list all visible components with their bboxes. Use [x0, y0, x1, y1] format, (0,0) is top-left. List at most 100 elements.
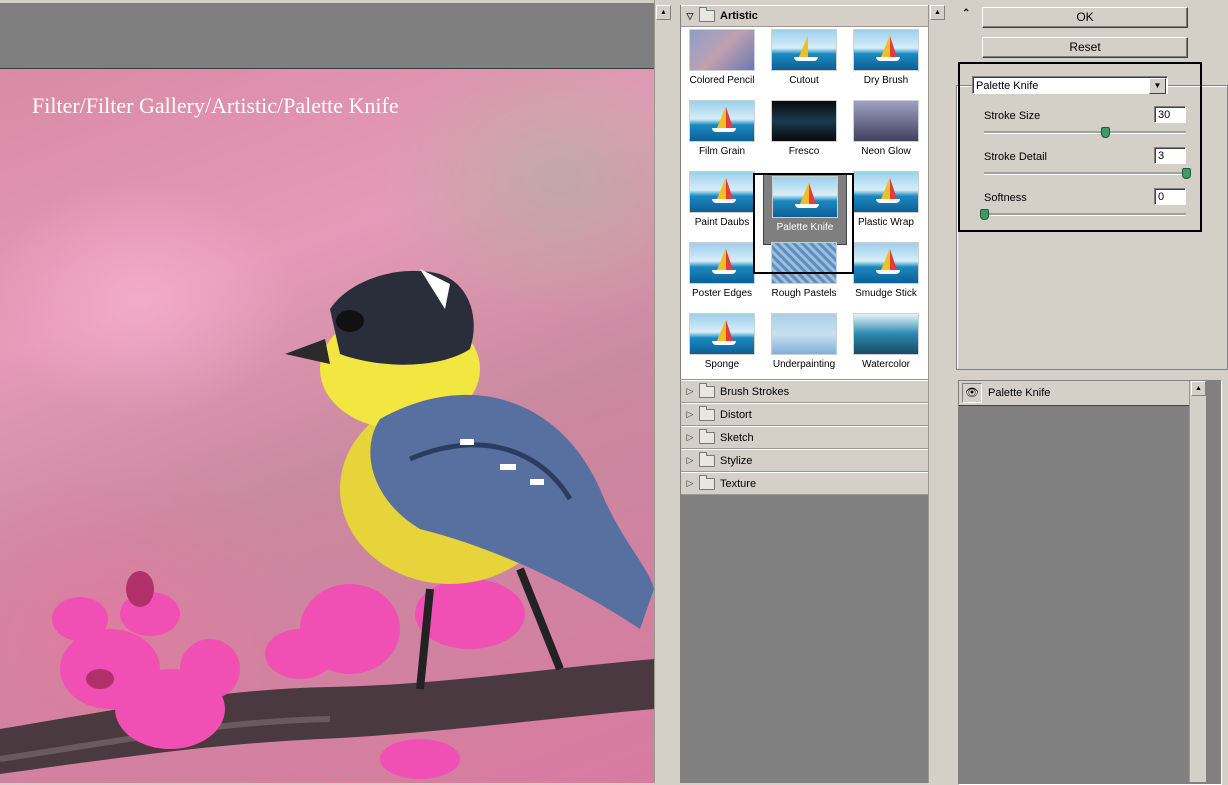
thumbnail-grid: Colored Pencil Cutout Dry Brush Film Gra…	[681, 27, 928, 380]
thumb-label: Watercolor	[862, 359, 910, 370]
folder-icon	[699, 451, 715, 467]
category-distort[interactable]: ▷ Distort	[681, 403, 928, 426]
triangle-right-icon: ▷	[686, 455, 694, 465]
folder-icon	[699, 7, 715, 22]
thumb-image	[771, 242, 837, 284]
thumb-image	[689, 242, 755, 284]
thumb-watercolor[interactable]: Watercolor	[845, 311, 927, 381]
category-label: Texture	[720, 477, 757, 490]
thumb-neon-glow[interactable]: Neon Glow	[845, 98, 927, 168]
category-label: Distort	[720, 408, 752, 421]
filter-select-value: Palette Knife	[976, 80, 1039, 92]
folder-icon	[699, 474, 715, 490]
thumb-image	[689, 100, 755, 142]
thumb-selected-bg: Palette Knife	[763, 173, 847, 245]
thumb-label: Underpainting	[772, 359, 836, 370]
thumb-film-grain[interactable]: Film Grain	[681, 98, 763, 168]
thumb-plastic-wrap[interactable]: Plastic Wrap	[845, 169, 927, 239]
thumb-image	[771, 313, 837, 355]
stroke-detail-label: Stroke Detail	[984, 151, 1047, 163]
softness-slider-knob[interactable]	[980, 209, 989, 220]
category-label: Stylize	[720, 454, 753, 467]
triangle-right-icon: ▷	[686, 386, 694, 396]
scroll-up-icon[interactable]: ▲	[656, 5, 671, 20]
stroke-size-label: Stroke Size	[984, 110, 1041, 122]
preview-scrollbar[interactable]: ▲	[654, 0, 671, 783]
filter-category-list[interactable]: ▽ Artistic Colored Pencil Cutout Dry Bru…	[681, 5, 928, 783]
category-label: Brush Strokes	[720, 385, 790, 398]
thumb-image	[689, 171, 755, 213]
layers-scrollbar[interactable]: ▲	[1189, 381, 1206, 782]
thumb-smudge-stick[interactable]: Smudge Stick	[845, 240, 927, 310]
folder-icon	[699, 428, 715, 444]
thumb-paint-daubs[interactable]: Paint Daubs	[681, 169, 763, 239]
thumb-label: Palette Knife	[776, 222, 834, 233]
folder-icon	[699, 382, 715, 398]
stroke-detail-slider[interactable]	[984, 168, 1191, 179]
eye-icon[interactable]: 👁	[962, 383, 982, 403]
thumb-label: Rough Pastels	[771, 288, 837, 299]
category-texture[interactable]: ▷ Texture	[681, 472, 928, 495]
chevron-down-icon[interactable]: ▼	[1149, 78, 1166, 94]
scroll-up-icon[interactable]: ▲	[930, 5, 945, 20]
thumb-label: Smudge Stick	[855, 288, 917, 299]
thumb-label: Colored Pencil	[689, 75, 755, 86]
category-sketch[interactable]: ▷ Sketch	[681, 426, 928, 449]
thumb-image	[771, 100, 837, 142]
triangle-down-icon: ▽	[686, 10, 694, 21]
thumb-label: Neon Glow	[861, 146, 911, 157]
preview-canvas[interactable]: Filter/Filter Gallery/Artistic/Palette K…	[0, 68, 654, 783]
category-brush-strokes[interactable]: ▷ Brush Strokes	[681, 380, 928, 403]
folder-icon	[699, 405, 715, 421]
triangle-right-icon: ▷	[686, 478, 694, 488]
thumb-label: Sponge	[704, 359, 740, 370]
thumb-label: Paint Daubs	[694, 217, 750, 228]
thumb-label: Film Grain	[698, 146, 746, 157]
triangle-right-icon: ▷	[686, 432, 694, 442]
reset-button[interactable]: Reset	[982, 37, 1188, 58]
preview-caption: Filter/Filter Gallery/Artistic/Palette K…	[32, 93, 399, 118]
thumb-palette-knife[interactable]: Palette Knife	[753, 159, 847, 245]
effect-layers-panel[interactable]: 👁 Palette Knife ▲	[958, 380, 1222, 785]
thumb-image	[689, 313, 755, 355]
triangle-right-icon: ▷	[686, 409, 694, 419]
thumb-cutout[interactable]: Cutout	[763, 27, 845, 97]
browser-scrollbar[interactable]: ▲	[928, 5, 945, 783]
thumb-dry-brush[interactable]: Dry Brush	[845, 27, 927, 97]
thumb-poster-edges[interactable]: Poster Edges	[681, 240, 763, 310]
category-stylize[interactable]: ▷ Stylize	[681, 449, 928, 472]
filter-controls: ⌃ OK Reset Palette Knife ▼ Stroke Size 3…	[946, 0, 1228, 785]
thumb-label: Poster Edges	[691, 288, 753, 299]
filter-select[interactable]: Palette Knife ▼	[972, 76, 1168, 94]
softness-input[interactable]: 0	[1154, 188, 1186, 205]
softness-label: Softness	[984, 192, 1027, 204]
stroke-detail-input[interactable]: 3	[1154, 147, 1186, 164]
thumb-label: Fresco	[788, 146, 820, 157]
scroll-up-icon[interactable]: ▲	[1191, 381, 1206, 396]
filter-browser: ▽ Artistic Colored Pencil Cutout Dry Bru…	[680, 5, 945, 783]
thumb-sponge[interactable]: Sponge	[681, 311, 763, 381]
filter-settings-panel: Palette Knife ▼ Stroke Size 30 Stroke De…	[958, 62, 1202, 232]
stroke-size-slider[interactable]	[984, 127, 1186, 138]
thumb-fresco[interactable]: Fresco	[763, 98, 845, 168]
thumb-colored-pencil[interactable]: Colored Pencil	[681, 27, 763, 97]
thumb-image	[772, 176, 838, 218]
thumb-label: Cutout	[789, 75, 819, 86]
stroke-size-slider-knob[interactable]	[1101, 127, 1111, 138]
category-label: Sketch	[720, 431, 754, 444]
effect-layer-row[interactable]: 👁 Palette Knife	[959, 381, 1189, 406]
stroke-size-input[interactable]: 30	[1154, 106, 1186, 123]
thumb-image	[689, 29, 755, 71]
thumb-rough-pastels[interactable]: Rough Pastels	[763, 240, 845, 310]
ok-button[interactable]: OK	[982, 7, 1188, 28]
stroke-detail-slider-knob[interactable]	[1182, 168, 1191, 179]
double-chevron-up-icon[interactable]: ⌃	[962, 8, 970, 19]
thumb-image	[771, 29, 837, 71]
preview-pane[interactable]: Filter/Filter Gallery/Artistic/Palette K…	[0, 0, 654, 783]
preview-top-border	[0, 0, 654, 3]
thumb-underpainting[interactable]: Underpainting	[763, 311, 845, 381]
category-artistic[interactable]: ▽ Artistic	[681, 5, 928, 27]
category-label: Artistic	[720, 10, 758, 22]
thumb-image	[853, 100, 919, 142]
softness-slider[interactable]	[980, 209, 1186, 220]
